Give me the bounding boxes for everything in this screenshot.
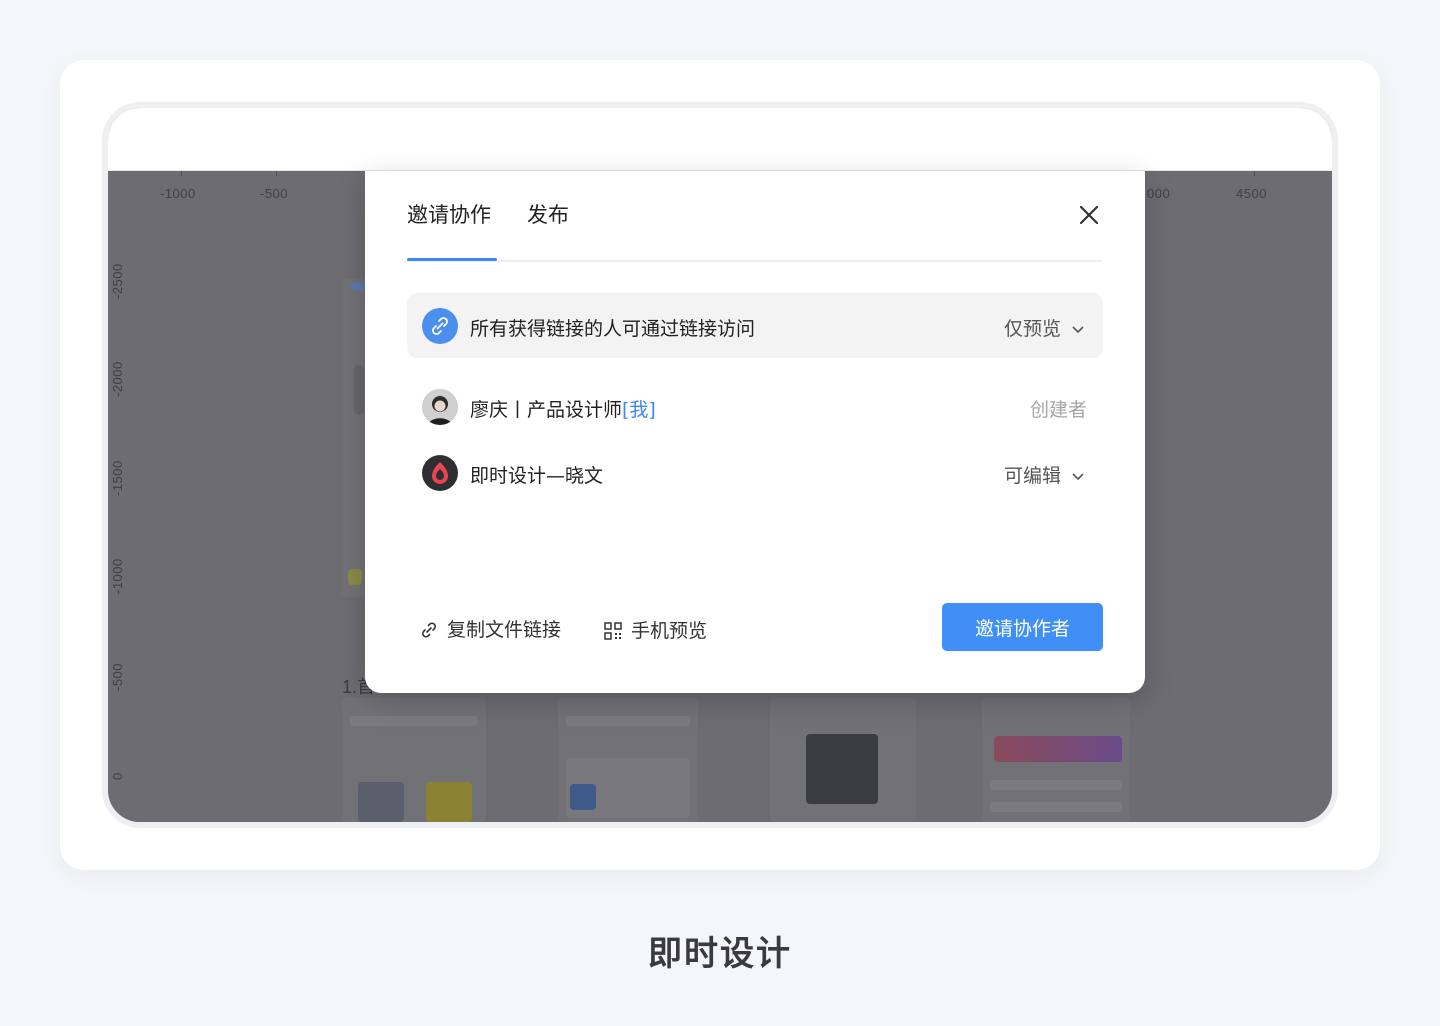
ruler-tick <box>1254 171 1255 176</box>
ruler-label: -500 <box>260 186 289 201</box>
mobile-preview-button[interactable]: 手机预览 <box>603 616 707 643</box>
chevron-down-icon <box>1072 325 1084 333</box>
page-caption: 即时设计 <box>648 934 792 974</box>
artboard-thumb <box>348 569 362 585</box>
invite-collaborators-button[interactable]: 邀请协作者 <box>942 603 1103 651</box>
js-design-logo <box>422 455 458 491</box>
active-tab-indicator <box>407 258 497 261</box>
tab-invite-collaboration[interactable]: 邀请协作 <box>407 199 491 229</box>
share-dialog: 邀请协作 发布 所有获得链接的人可通过链接访问 仅预览 廖庆丨产品设计师[我] … <box>365 171 1145 693</box>
vertical-ruler: -2500 -2000 -1500 -1000 -500 0 <box>108 171 134 822</box>
copy-link-label: 复制文件链接 <box>447 619 562 641</box>
me-tag: [我] <box>622 399 656 421</box>
artboard[interactable] <box>342 698 486 822</box>
link-access-row: 所有获得链接的人可通过链接访问 仅预览 <box>407 293 1103 358</box>
ruler-label: -500 <box>110 662 125 691</box>
mobile-preview-label: 手机预览 <box>631 620 708 642</box>
close-button[interactable] <box>1077 203 1101 227</box>
copy-link-button[interactable]: 复制文件链接 <box>419 615 561 642</box>
artboard-thumb <box>570 784 596 810</box>
ruler-label: -1000 <box>110 558 125 594</box>
ruler-label: 000 <box>1147 186 1171 201</box>
top-toolbar <box>108 108 1332 171</box>
ruler-label: -2000 <box>110 361 125 397</box>
member-permission-dropdown[interactable]: 可编辑 <box>1004 461 1085 488</box>
member-role: 创建者 <box>1029 399 1087 421</box>
link-permission-dropdown[interactable]: 仅预览 <box>1004 314 1085 341</box>
artboard-thumb <box>358 782 404 822</box>
artboard-thumb <box>990 780 1122 790</box>
artboard[interactable] <box>982 698 1130 822</box>
artboard-thumb <box>350 283 366 290</box>
link-permission-label: 仅预览 <box>1003 318 1061 340</box>
ruler-tick <box>181 171 182 176</box>
member-name-text: 廖庆丨产品设计师 <box>470 399 623 421</box>
artboard-thumb <box>806 734 878 804</box>
ruler-label: 0 <box>110 772 125 780</box>
artboard-thumb <box>350 716 478 726</box>
member-name: 即时设计—晓文 <box>470 465 604 487</box>
chevron-down-icon <box>1072 472 1084 480</box>
ruler-label: -2500 <box>110 263 125 299</box>
link-access-text: 所有获得链接的人可通过链接访问 <box>470 318 756 340</box>
artboard-thumb <box>990 802 1122 812</box>
artboard-thumb <box>566 716 690 726</box>
close-icon <box>1079 205 1099 225</box>
artboard[interactable] <box>770 698 916 822</box>
tab-publish[interactable]: 发布 <box>527 199 569 229</box>
artboard[interactable] <box>558 698 698 822</box>
artboard-thumb <box>354 365 364 415</box>
person-avatar <box>422 389 458 425</box>
member-permission-label: 可编辑 <box>1003 465 1061 487</box>
artboard-thumb <box>994 736 1122 762</box>
ruler-label: -1500 <box>110 460 125 496</box>
ruler-tick <box>276 171 277 176</box>
artboard-thumb <box>426 782 472 822</box>
dialog-tabs: 邀请协作 发布 <box>407 199 1103 262</box>
member-name: 廖庆丨产品设计师[我] <box>470 395 656 422</box>
qr-code-icon <box>604 622 622 640</box>
link-icon <box>422 308 458 344</box>
ruler-label: -1000 <box>160 186 196 201</box>
link-icon <box>422 622 436 638</box>
ruler-label: 4500 <box>1236 186 1267 201</box>
